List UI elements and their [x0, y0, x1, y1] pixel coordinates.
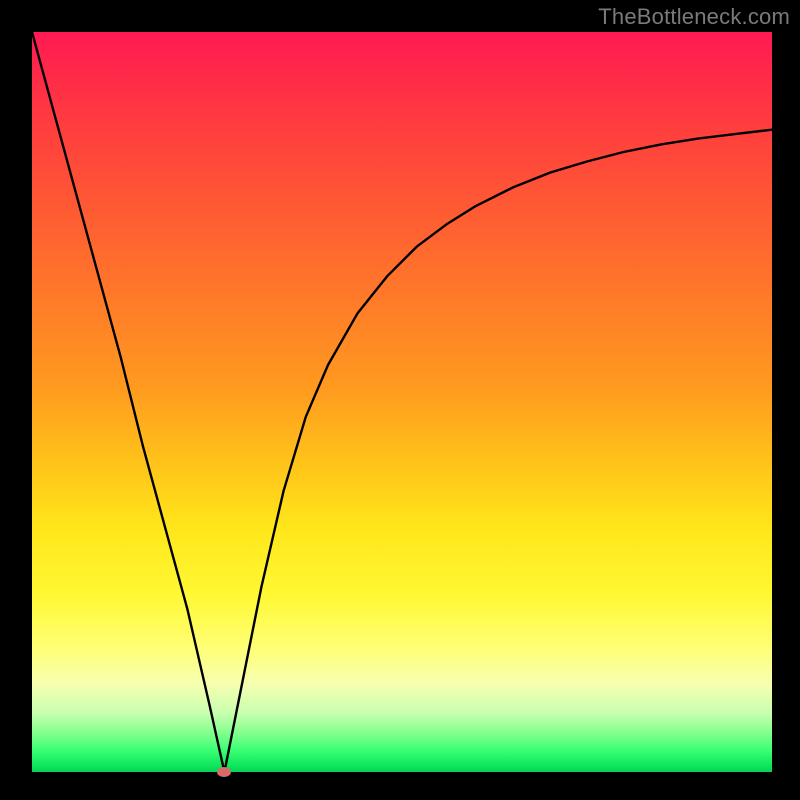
bottleneck-curve: [32, 32, 772, 772]
watermark-text: TheBottleneck.com: [598, 4, 790, 30]
min-point-marker: [217, 767, 231, 777]
plot-area: [32, 32, 772, 772]
chart-stage: TheBottleneck.com: [0, 0, 800, 800]
